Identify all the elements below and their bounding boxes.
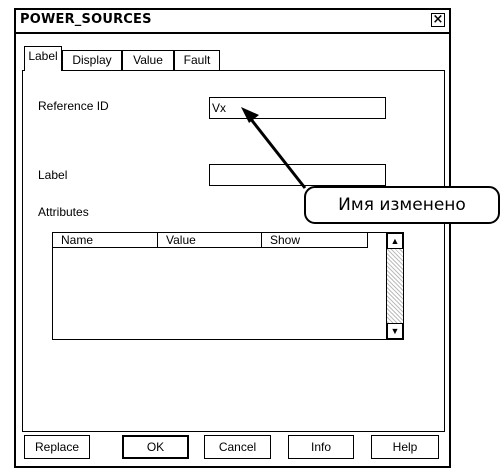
annotation-callout: Имя изменено (304, 186, 500, 224)
callout-arrow (241, 107, 307, 189)
